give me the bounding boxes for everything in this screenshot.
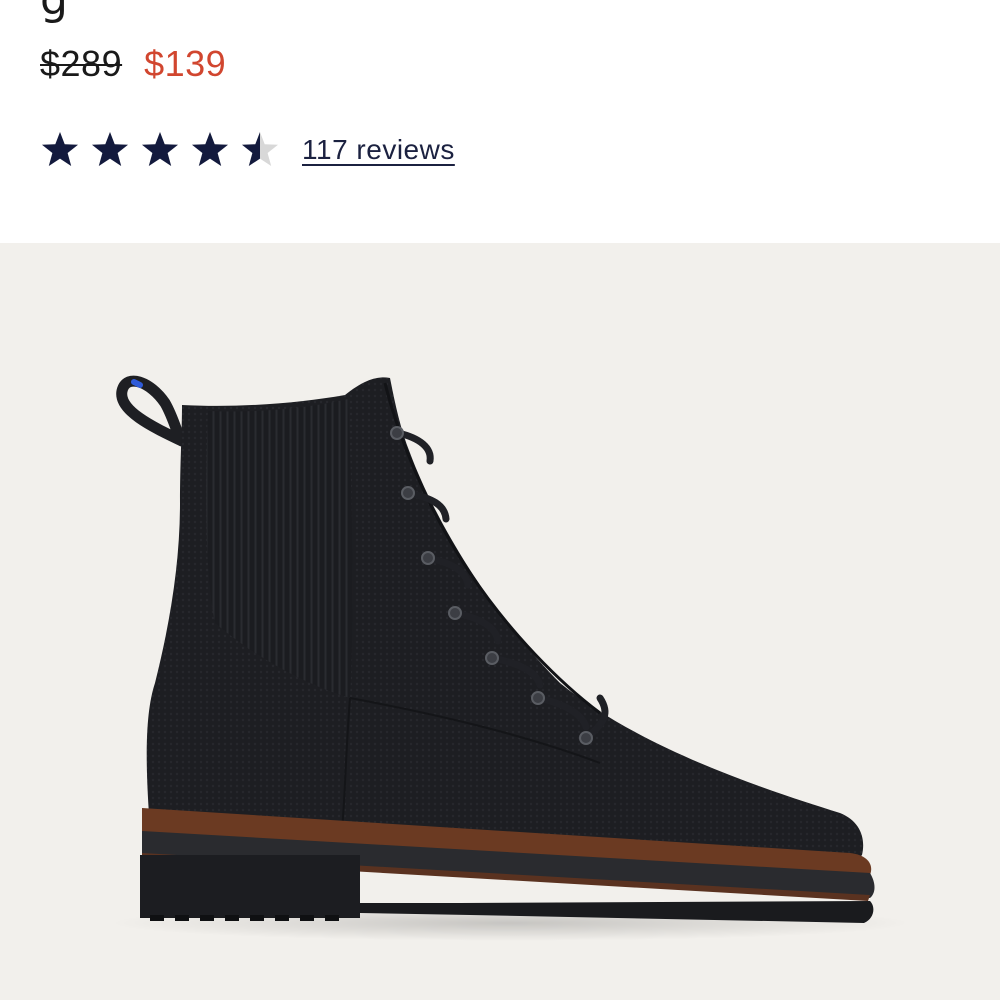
star-full-icon [142, 132, 178, 166]
sale-price: $139 [144, 43, 227, 84]
star-full-icon [192, 132, 228, 166]
boot-illustration [110, 375, 910, 941]
product-title-cutoff: g [40, 0, 68, 25]
pull-tab [116, 375, 188, 447]
star-full-icon [92, 132, 128, 166]
star-full-icon [42, 132, 78, 166]
product-page: g $289 $139 117 reviews [0, 0, 1000, 1000]
product-image[interactable] [0, 243, 1000, 1000]
pull-tab-accent [131, 379, 143, 388]
star-rating[interactable] [40, 130, 280, 170]
star-half-icon [242, 132, 278, 166]
price-row: $289 $139 [40, 40, 226, 88]
reviews-link[interactable]: 117 reviews [302, 134, 455, 166]
original-price: $289 [40, 43, 123, 84]
rating-row: 117 reviews [40, 128, 455, 172]
heel-block [140, 855, 360, 917]
